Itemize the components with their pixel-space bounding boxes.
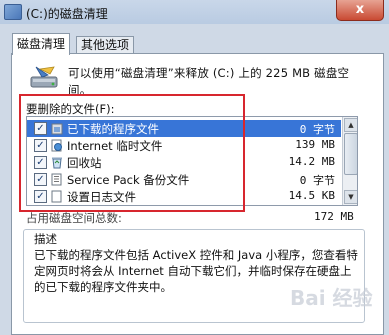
description-title: 描述 bbox=[34, 232, 57, 246]
drive-cleanup-icon bbox=[30, 66, 58, 88]
baidu-watermark: Bai 经验 bbox=[290, 286, 373, 310]
item-size: 14.2 MB bbox=[288, 155, 335, 168]
total-space-label: 占用磁盘空间总数: bbox=[26, 211, 122, 225]
title-bar: (C:)的磁盘清理 x bbox=[0, 0, 389, 24]
item-size: 0 字节 bbox=[299, 174, 335, 187]
highlight-annotation bbox=[19, 94, 245, 212]
total-space-value: 172 MB bbox=[314, 210, 354, 223]
item-size: 14.5 KB bbox=[288, 189, 335, 202]
list-scrollbar[interactable]: ▲ ▼ bbox=[342, 117, 357, 205]
close-button[interactable]: x bbox=[336, 0, 384, 21]
tab-disk-cleanup[interactable]: 磁盘清理 bbox=[12, 33, 71, 55]
tab-more-options[interactable]: 其他选项 bbox=[76, 36, 135, 54]
item-size: 139 MB bbox=[295, 138, 335, 151]
disk-cleanup-icon bbox=[4, 4, 22, 20]
item-size: 0 字节 bbox=[299, 123, 335, 136]
window-title: (C:)的磁盘清理 bbox=[26, 7, 108, 21]
scroll-thumb[interactable] bbox=[344, 133, 357, 175]
scroll-down-icon[interactable]: ▼ bbox=[344, 190, 357, 204]
scroll-up-icon[interactable]: ▲ bbox=[344, 118, 357, 132]
